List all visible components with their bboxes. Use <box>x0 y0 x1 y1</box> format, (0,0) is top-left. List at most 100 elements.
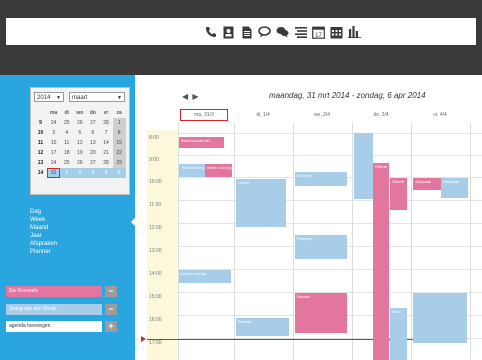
calendar-grid-icon[interactable] <box>330 25 343 40</box>
view-week-link[interactable]: Week <box>30 216 57 224</box>
day-cell[interactable]: 27 <box>86 158 99 168</box>
day-cell[interactable]: 4 <box>99 168 113 178</box>
agenda-label: agenda toevoegen <box>9 323 51 329</box>
day-cell[interactable]: 10 <box>47 138 60 148</box>
agenda-remove-button[interactable]: − <box>105 286 117 297</box>
day-cell[interactable]: 2 <box>73 168 87 178</box>
view-day-link[interactable]: Dag <box>30 208 57 216</box>
calendar-event[interactable]: Planning <box>295 235 347 259</box>
agenda-remove-button[interactable]: − <box>105 304 117 315</box>
day-cell[interactable]: 26 <box>73 158 86 168</box>
day-header[interactable]: vr, 4/4 <box>416 109 464 121</box>
day-cell[interactable]: 25 <box>60 158 73 168</box>
day-cell[interactable]: 1 <box>112 118 126 128</box>
day-cell[interactable]: 26 <box>73 118 86 128</box>
calendar-event[interactable]: Offerte <box>390 178 407 210</box>
calendar-event[interactable]: Overleg <box>295 172 347 186</box>
agenda-label: Els Rosseels <box>9 288 38 294</box>
day-cell[interactable]: 13 <box>86 138 99 148</box>
calendar-event[interactable]: Offerte <box>373 163 389 360</box>
day-header[interactable]: wo, 2/4 <box>298 109 346 121</box>
month-select[interactable]: maart ▼ <box>69 92 125 102</box>
day-divider <box>352 123 353 360</box>
week-number: 12 <box>37 150 44 156</box>
chat-bubbles-icon[interactable] <box>276 25 289 40</box>
weekday-header: di <box>64 110 69 116</box>
day-cell[interactable]: 14 <box>99 138 112 148</box>
phone-icon[interactable] <box>204 25 217 40</box>
day-cell[interactable]: 6 <box>86 128 99 138</box>
agenda-label: Swing van den Borde <box>9 306 57 312</box>
day-header[interactable]: di, 1/4 <box>239 109 287 121</box>
calendar-event[interactable]: Intern overleg <box>205 164 232 177</box>
calendar-event[interactable]: Bezoek <box>295 293 347 333</box>
calendar-app: 17 2014 ▼ maart ▼ ma di wo do vr za 9 24… <box>0 0 482 360</box>
day-cell[interactable]: 19 <box>73 148 86 158</box>
day-cell-today[interactable]: 31 <box>47 168 61 178</box>
view-appointments-link[interactable]: Afspraken <box>30 240 57 248</box>
calendar-event[interactable]: Klant <box>390 308 407 360</box>
calendar-event[interactable]: Bezoek <box>236 318 289 336</box>
year-select[interactable]: 2014 ▼ <box>34 92 64 102</box>
day-cell[interactable]: 29 <box>112 158 126 168</box>
day-cell[interactable]: 24 <box>47 118 60 128</box>
agenda-item[interactable]: Swing van den Borde <box>6 304 102 315</box>
view-month-link[interactable]: Maand <box>30 224 57 232</box>
calendar-day-icon[interactable]: 17 <box>312 25 325 40</box>
calendar-event[interactable]: Afspraak <box>441 178 468 198</box>
current-time-marker-icon <box>141 336 146 342</box>
day-cell[interactable]: 5 <box>73 128 86 138</box>
day-cell[interactable]: 28 <box>99 118 112 128</box>
view-year-link[interactable]: Jaar <box>30 232 57 240</box>
day-cell[interactable]: 1 <box>60 168 74 178</box>
day-cell[interactable]: 17 <box>47 148 60 158</box>
hour-line <box>179 200 482 201</box>
calendar-event[interactable] <box>413 293 467 343</box>
day-cell[interactable]: 21 <box>99 148 112 158</box>
time-label: 9:00 <box>149 157 159 163</box>
sidebar: 2014 ▼ maart ▼ ma di wo do vr za 9 24 25… <box>0 75 136 360</box>
weekday-header: do <box>89 110 96 116</box>
agenda-item[interactable]: Els Rosseels <box>6 286 102 297</box>
day-cell[interactable]: 22 <box>112 148 126 158</box>
calendar-event[interactable] <box>354 133 373 199</box>
calendar-event[interactable]: Afspraak <box>413 178 441 190</box>
day-header[interactable]: do, 3/4 <box>357 109 405 121</box>
day-cell[interactable]: 18 <box>60 148 73 158</box>
day-cell[interactable]: 8 <box>112 128 126 138</box>
contact-card-icon[interactable] <box>222 25 235 40</box>
day-cell[interactable]: 12 <box>73 138 86 148</box>
day-cell[interactable]: 27 <box>86 118 99 128</box>
document-icon[interactable] <box>240 25 253 40</box>
calendar-event[interactable]: Lunch <box>236 179 286 227</box>
day-cell[interactable]: 24 <box>47 158 60 168</box>
calendar-day-number: 17 <box>315 32 322 38</box>
day-cell[interactable]: 7 <box>99 128 112 138</box>
agenda-add-button[interactable]: + <box>105 321 117 332</box>
agenda-add-field[interactable]: agenda toevoegen <box>6 321 102 332</box>
day-cell[interactable]: 20 <box>86 148 99 158</box>
day-cell[interactable]: 4 <box>60 128 73 138</box>
list-icon[interactable] <box>294 25 307 40</box>
day-cell[interactable]: 28 <box>99 158 112 168</box>
day-cell[interactable]: 3 <box>47 128 60 138</box>
view-planner-link[interactable]: Planner <box>30 248 57 256</box>
calendar-event[interactable]: Lunch overleg <box>179 270 231 283</box>
time-label: 8:00 <box>149 135 159 141</box>
week-number: 13 <box>37 160 44 166</box>
day-cell[interactable]: 5 <box>112 168 126 178</box>
week-number: 10 <box>37 130 44 136</box>
week-row: 10 3 4 5 6 7 8 <box>34 128 126 138</box>
day-header-today[interactable]: ma, 31/3 <box>180 109 228 121</box>
day-cell[interactable]: 25 <box>60 118 73 128</box>
day-cell[interactable]: 15 <box>112 138 126 148</box>
hour-line <box>179 155 482 156</box>
calendar-event[interactable]: Klant bezoek tel <box>179 137 224 148</box>
bar-chart-icon[interactable] <box>348 25 361 40</box>
chat-icon[interactable] <box>258 25 271 40</box>
week-row: 13 24 25 26 27 28 29 <box>34 158 126 168</box>
day-cell[interactable]: 11 <box>60 138 73 148</box>
week-nav-arrows[interactable]: ◀ ▶ <box>182 92 200 101</box>
day-cell[interactable]: 3 <box>86 168 100 178</box>
calendar-event[interactable]: Teamoverleg <box>179 164 205 177</box>
